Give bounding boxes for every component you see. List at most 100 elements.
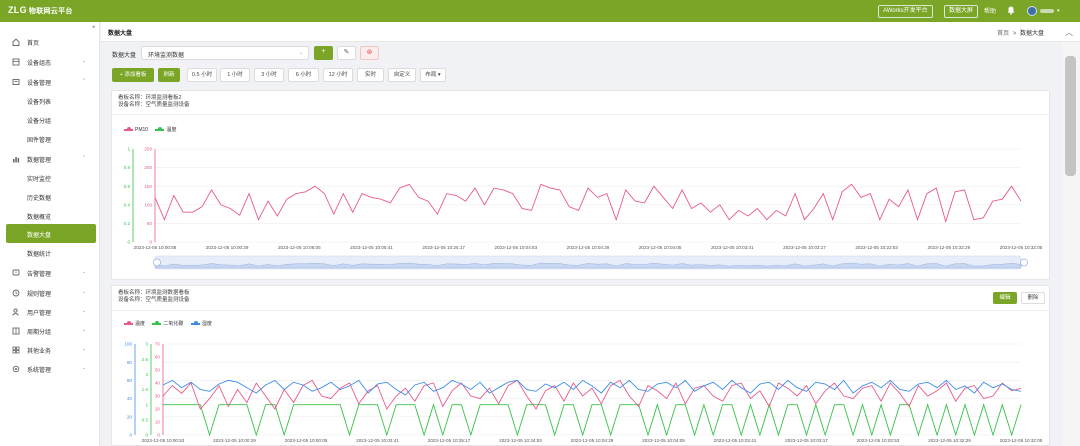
x-tick-label: 2023-12-05 10:35:17 [428,438,471,443]
slider-handle-left [153,258,161,267]
scrollbar-thumb[interactable] [1065,56,1076,176]
sidebar-item[interactable]: 数据统计 [0,243,100,262]
sidebar-item[interactable]: 固件管理 [0,129,100,148]
big-screen-button[interactable]: 数据大屏 [944,5,979,18]
sidebar-item[interactable]: 数据大盘 [6,224,96,243]
y-tick-label: 3 [145,342,148,347]
y-tick-label: 0.2 [124,221,131,226]
user-name[interactable] [1040,9,1054,13]
sidebar-item[interactable]: 周期分组 ⌄ [0,321,100,341]
refresh-button[interactable]: 刷新 [158,68,180,82]
sidebar-item-label: 首页 [27,41,40,47]
time-range-button[interactable]: 0.5 小时 [187,68,217,82]
time-range-button[interactable]: 布局 ▾ [420,68,446,82]
legend-item[interactable]: 温度 [155,126,176,133]
collapse-icon[interactable]: ◂ [92,24,95,30]
y-tick-label: 0.5 [142,417,149,422]
sidebar-item[interactable]: 设备分组 [0,110,100,129]
board-select-label: 数据大盘 [112,53,137,59]
co2-series-line [163,403,1022,437]
x-tick-label: 2023-12-05 10:04:29 [571,438,614,443]
add-board-button[interactable]: + [314,46,333,60]
chevron-down-icon[interactable]: ▾ [1057,8,1060,14]
bell-icon[interactable] [1007,6,1015,15]
y-tick-label: 100 [124,342,132,347]
sidebar-item[interactable]: 设备组态 ⌄ [0,52,100,72]
sidebar-item-label: 历史数据 [27,196,52,202]
y-tick-label: 2 [145,372,148,377]
chevron-up-icon[interactable]: ︿ [1063,27,1075,39]
y-tick-label: 10 [155,420,161,425]
card-info-1: 看板名称：环境监测看板2 设备名称：空气质量监测设备 [118,95,190,109]
add-chart-button[interactable]: + 添加看板 [112,68,154,82]
avatar[interactable] [1027,6,1037,16]
sidebar-item[interactable]: 设备列表 [0,91,100,110]
dev-platform-button[interactable]: AWorks开发平台 [878,5,933,18]
sidebar-item-label: 规则管理 [27,292,52,298]
chevron-icon: ⌄ [82,269,87,275]
sidebar-item[interactable]: 历史数据 [0,187,100,206]
sidebar-item[interactable]: 规则管理 ⌄ [0,283,100,303]
legend-item[interactable]: 湿度 [190,320,212,327]
y-tick-label: 30 [155,394,161,399]
y-tick-label: 250 [144,147,152,152]
legend-item[interactable]: 二氧化碳 [152,320,183,327]
sidebar-item-label: 固件管理 [27,138,52,144]
breadcrumb-separator: > [1012,31,1017,37]
edit-board-button[interactable]: ✎ [337,46,356,60]
delete-card-button[interactable]: 删除 [1021,292,1045,304]
sidebar-item[interactable]: 用户管理 ⌄ [0,302,100,322]
time-range-button[interactable]: 6 小时 [288,68,319,82]
sidebar-item[interactable]: 实时监控 [0,168,100,187]
x-tick-label: 2023-12-05 10:04:05 [639,245,682,250]
y-tick-label: 1 [145,402,148,407]
time-range-button[interactable]: 3 小时 [254,68,284,82]
x-tick-label: 2023-12-05 10:02:53 [857,438,900,443]
sidebar-item-label: 数据大盘 [27,233,52,239]
x-tick-label: 2023-12-05 10:03:41 [711,245,754,250]
x-tick-label: 2023-12-05 10:00:58 [134,245,177,250]
sidebar-item[interactable]: 数据管理 ⌃ [0,149,100,169]
y-tick-label: 0 [129,433,132,438]
sidebar-item-label: 数据统计 [27,252,52,258]
y-tick-label: 0 [149,240,152,245]
y-tick-label: 0.6 [124,184,131,189]
y-tick-label: 70 [155,342,161,347]
sidebar-item-label: 设备管理 [27,81,52,87]
sidebar-item[interactable]: 告警管理 ⌄ [0,263,100,283]
y-tick-label: 60 [127,378,133,383]
x-tick-label: 2023-12-05 10:03:41 [714,438,757,443]
sidebar-item[interactable]: 其他业务 ⌄ [0,340,100,360]
sidebar-item-label: 设备分组 [27,119,52,125]
sidebar-item[interactable]: 数据概览 [0,206,100,225]
x-tick-label: 2023-12-05 10:32:05 [1000,438,1043,443]
time-range-button[interactable]: 1 小时 [220,68,250,82]
breadcrumb-home[interactable]: 首页 [997,31,1009,37]
content-header: 数据大盘 首页 > 数据大盘 [101,22,1080,42]
y-tick-label: 0.8 [124,165,131,170]
x-tick-label: 2023-12-05 10:32:05 [1000,245,1043,250]
config-icon [12,58,20,66]
chevron-icon: ⌄ [82,346,87,352]
legend-item[interactable]: 温度 [124,320,145,327]
time-range-button[interactable]: 12 小时 [323,68,353,82]
help-link[interactable]: 帮助 [984,6,996,15]
y-tick-label: 0 [145,433,148,438]
board-select[interactable]: 环境监测数据 ⌄ [141,46,309,60]
sidebar-item[interactable]: 设备管理 ⌃ [0,72,100,92]
edit-card-button[interactable]: 编辑 [993,292,1017,304]
sidebar-item[interactable]: 首页 [0,32,100,52]
logo[interactable]: ZLG 物联网云平台 [8,5,73,16]
card-device: 设备名称：空气质量监测设备 [118,297,190,303]
y-tick-label: 150 [144,184,152,189]
divider [112,114,1049,115]
card-title: 看板名称：环境监测看板2 [118,95,182,101]
sidebar-item[interactable]: 系统管理 ⌄ [0,359,100,379]
time-range-button[interactable]: 自定义 [388,68,416,82]
sidebar-item-label: 设备组态 [27,61,52,67]
sidebar-item-label: 用户管理 [27,311,52,317]
legend-item[interactable]: PM10 [124,127,148,133]
delete-board-button[interactable]: ⊗ [360,46,379,60]
x-tick-label: 2023-12-05 10:06:05 [278,245,321,250]
time-range-button[interactable]: 实时 [357,68,384,82]
